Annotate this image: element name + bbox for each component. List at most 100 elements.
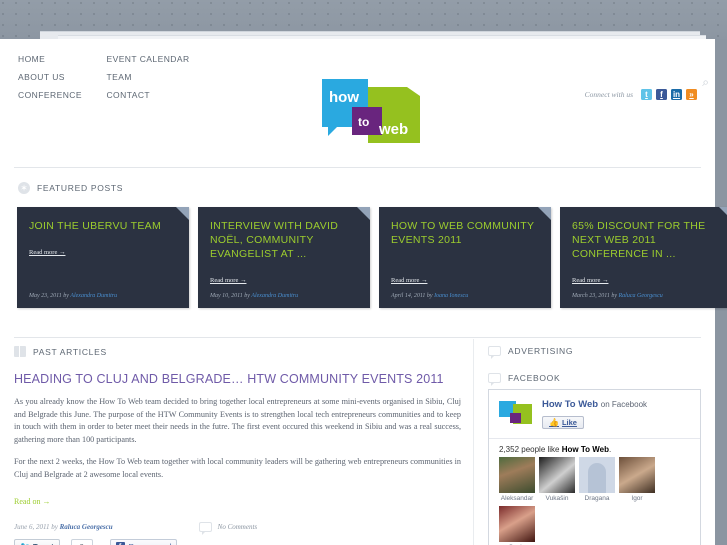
facebook-recommend-button[interactable]: f Recommend	[109, 539, 178, 545]
facebook-page-name-row: How To Web on Facebook	[542, 399, 647, 410]
nav-item-home[interactable]: HOME	[18, 50, 102, 68]
facebook-page-name[interactable]: How To Web	[542, 399, 598, 410]
star-icon	[18, 182, 30, 194]
nav-item-about-us[interactable]: ABOUT US	[18, 68, 102, 86]
featured-card-date: March 23, 2011 by	[572, 293, 617, 299]
article-title[interactable]: HEADING TO CLUJ AND BELGRADE… HTW COMMUN…	[14, 371, 461, 387]
facebook-face-photo	[579, 457, 615, 493]
nav-item-event-calendar[interactable]: EVENT CALENDAR	[106, 50, 189, 68]
like-count-page-name: How To Web	[561, 445, 609, 454]
read-more-link[interactable]: Read more →	[391, 277, 427, 284]
facebook-face-name: Dragana	[584, 495, 610, 502]
featured-card[interactable]: INTERVIEW WITH DAVID NOëL, COMMUNITY EVA…	[198, 207, 370, 308]
connect-label: Connect with us	[584, 90, 633, 99]
featured-card-author[interactable]: Alexandra Dumitru	[70, 293, 117, 299]
facebook-face-name: Vukašin	[545, 495, 569, 502]
facebook-title: FACEBOOK	[508, 373, 561, 383]
read-more-link[interactable]: Read more →	[29, 249, 65, 256]
site-logo[interactable]: how to web	[322, 79, 420, 143]
featured-card-author[interactable]: Ioana Ionescu	[434, 293, 468, 299]
article-author[interactable]: Raluca Georgescu	[60, 523, 113, 531]
bubble-icon	[488, 373, 501, 386]
facebook-like-count: 2,352 people like How To Web.	[489, 438, 700, 457]
logo-text-how: how	[329, 89, 359, 106]
featured-card-date: May 23, 2011 by	[29, 293, 69, 299]
featured-card-author[interactable]: Alexandra Dumitru	[251, 293, 298, 299]
facebook-face[interactable]: Sanja	[499, 506, 535, 545]
facebook-like-button[interactable]: 👍 Like	[542, 416, 584, 429]
twitter-icon[interactable]: t	[641, 89, 652, 100]
featured-card-meta: March 23, 2011 by Raluca Georgescu	[572, 293, 663, 299]
linkedin-icon[interactable]: in	[671, 89, 682, 100]
facebook-face-name: Aleksandar	[500, 495, 534, 502]
featured-card-meta: May 10, 2011 by Alexandra Dumitru	[210, 293, 298, 299]
featured-card-title: HOW TO WEB COMMUNITY EVENTS 2011	[391, 220, 535, 246]
nav-item-team[interactable]: TEAM	[106, 68, 189, 86]
article-comments[interactable]: No Comments	[198, 522, 258, 535]
site-header: HOME ABOUT US CONFERENCE EVENT CALENDAR …	[0, 39, 715, 168]
article-paragraph-2: For the next 2 weeks, the How To Web tea…	[14, 457, 461, 479]
bubble-icon	[488, 346, 501, 359]
featured-card-author[interactable]: Raluca Georgescu	[619, 293, 663, 299]
sidebar: ADVERTISING FACEBOOK How To Web on Faceb…	[488, 346, 701, 545]
featured-card[interactable]: HOW TO WEB COMMUNITY EVENTS 2011 Read mo…	[379, 207, 551, 308]
main-content-column: PAST ARTICLES HEADING TO CLUJ AND BELGRA…	[14, 346, 461, 535]
featured-card-date: May 10, 2011 by	[210, 293, 250, 299]
main-navigation: HOME ABOUT US CONFERENCE EVENT CALENDAR …	[18, 50, 318, 104]
thumbs-up-icon: 👍	[549, 418, 559, 427]
nav-item-contact[interactable]: CONTACT	[106, 86, 189, 104]
logo-green-notch	[407, 87, 420, 96]
facebook-widget-header: How To Web on Facebook 👍 Like	[489, 390, 700, 438]
article-comments-label: No Comments	[217, 523, 258, 531]
featured-card[interactable]: 65% DISCOUNT FOR THE NEXT WEB 2011 CONFE…	[560, 207, 727, 308]
nav-item-conference[interactable]: CONFERENCE	[18, 86, 102, 104]
featured-posts-title: FEATURED POSTS	[37, 183, 124, 193]
facebook-like-box: How To Web on Facebook 👍 Like 2,352 peop…	[488, 389, 701, 545]
past-articles-title: PAST ARTICLES	[33, 346, 107, 357]
read-more-link[interactable]: Read more →	[572, 277, 608, 284]
facebook-faces-row-1: Aleksandar Vukašin Dragana Igor Sanja	[489, 457, 700, 545]
main-divider	[14, 337, 701, 338]
rss-icon[interactable]: »	[686, 89, 697, 100]
logo-text-web: web	[379, 121, 409, 138]
corner-fold-icon	[176, 207, 189, 220]
corner-fold-icon	[538, 207, 551, 220]
nav-column-2: EVENT CALENDAR TEAM CONTACT	[106, 50, 189, 104]
share-buttons: 🐦 Tweet 0 f Recommend	[14, 539, 178, 545]
facebook-heading: FACEBOOK	[488, 373, 701, 386]
logo-text-to: to	[358, 115, 370, 129]
advertising-heading: ADVERTISING	[488, 346, 701, 359]
article-date-byline: June 6, 2011 by Raluca Georgescu	[14, 523, 113, 531]
search-icon[interactable]: ⌕	[702, 75, 709, 90]
facebook-icon[interactable]: f	[656, 89, 667, 100]
facebook-face[interactable]: Dragana	[579, 457, 615, 502]
tweet-count[interactable]: 0	[67, 539, 93, 545]
nav-column-1: HOME ABOUT US CONFERENCE	[18, 50, 102, 104]
like-count-suffix: .	[609, 445, 612, 454]
past-articles-heading: PAST ARTICLES	[14, 346, 461, 357]
connect-with-us: Connect with us t f in »	[585, 89, 697, 100]
facebook-face-photo	[499, 457, 535, 493]
like-count-text: 2,352 people like	[499, 445, 560, 454]
featured-card[interactable]: JOIN THE UBERVU TEAM Read more → May 23,…	[17, 207, 189, 308]
article-meta: June 6, 2011 by Raluca Georgescu No Comm…	[14, 522, 461, 535]
facebook-face[interactable]: Vukašin	[539, 457, 575, 502]
featured-posts-heading: FEATURED POSTS	[18, 182, 123, 194]
facebook-face[interactable]: Aleksandar	[499, 457, 535, 502]
facebook-face-photo	[619, 457, 655, 493]
tweet-button[interactable]: 🐦 Tweet	[14, 539, 60, 545]
column-separator	[473, 339, 474, 545]
facebook-page-info: How To Web on Facebook 👍 Like	[542, 399, 647, 430]
facebook-face-photo	[499, 506, 535, 542]
facebook-page-avatar	[499, 399, 533, 429]
article-date: June 6, 2011 by	[14, 523, 58, 531]
avatar-purple-shape	[510, 413, 521, 423]
logo-blue-tail	[328, 127, 337, 136]
advertising-title: ADVERTISING	[508, 346, 574, 356]
read-more-link[interactable]: Read more →	[210, 277, 246, 284]
page-container: HOME ABOUT US CONFERENCE EVENT CALENDAR …	[0, 39, 727, 545]
featured-card-title: JOIN THE UBERVU TEAM	[29, 220, 162, 232]
read-on-link[interactable]: Read on →	[14, 497, 50, 506]
facebook-on-label: on Facebook	[600, 400, 648, 409]
facebook-face[interactable]: Igor	[619, 457, 655, 502]
